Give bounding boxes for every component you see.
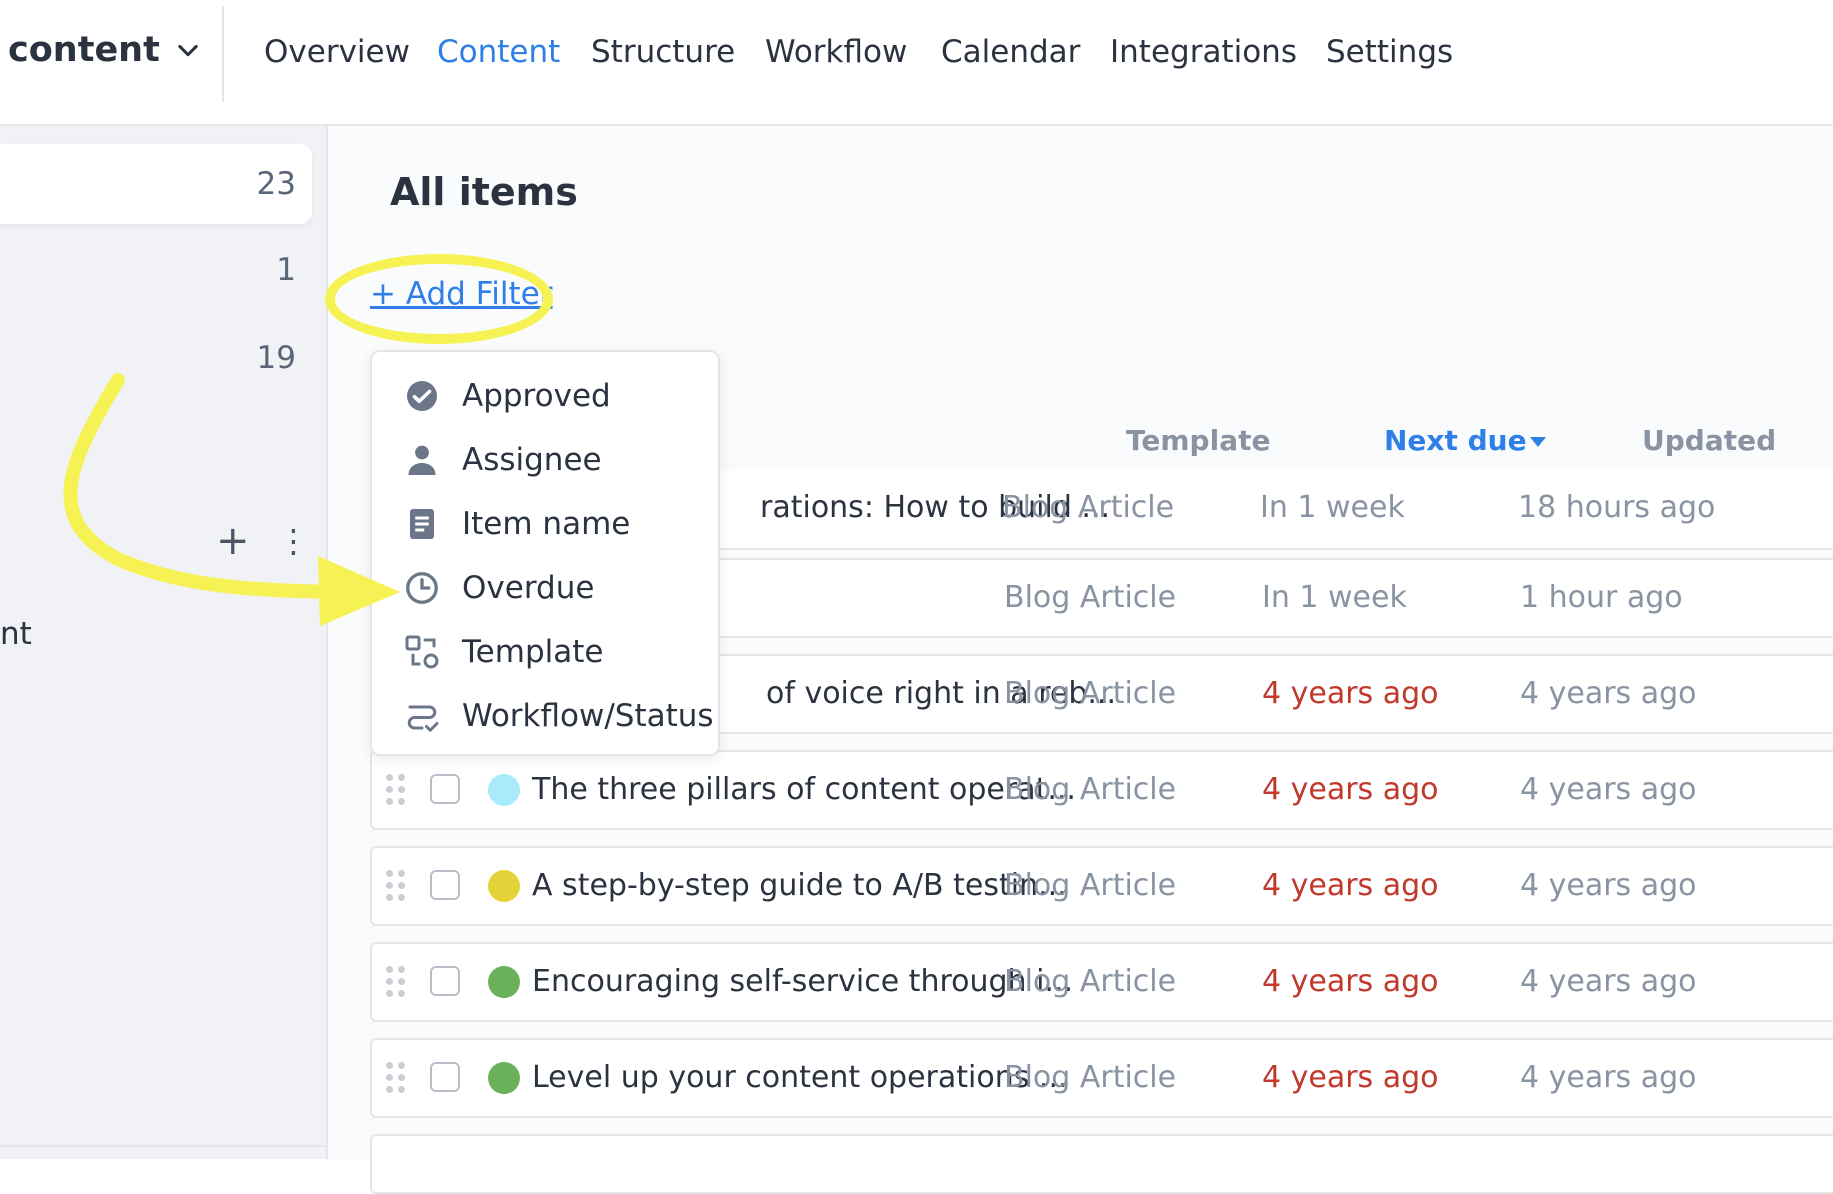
filter-option-label: Approved [462, 378, 611, 414]
item-template: Blog Article [1004, 964, 1177, 999]
item-updated: 4 years ago [1520, 676, 1697, 711]
drag-handle-icon[interactable] [386, 1062, 408, 1096]
item-updated: 4 years ago [1520, 1060, 1697, 1095]
filter-option-template[interactable]: Template [372, 622, 718, 682]
tab-content[interactable]: Content [437, 34, 560, 70]
table-row[interactable] [370, 1134, 1833, 1194]
item-next-due: In 1 week [1260, 490, 1405, 525]
item-template: Blog Article [1004, 1060, 1177, 1095]
status-dot [488, 774, 520, 806]
document-icon [410, 509, 434, 539]
status-dot [488, 966, 520, 998]
top-navigation: content Overview Content Structure Workf… [0, 0, 1833, 126]
item-updated: 4 years ago [1520, 964, 1697, 999]
add-folder-button[interactable]: + [216, 521, 250, 561]
item-next-due: In 1 week [1262, 580, 1407, 615]
tab-workflow[interactable]: Workflow [765, 34, 907, 70]
column-header-updated[interactable]: Updated [1642, 424, 1776, 457]
filter-option-approved[interactable]: Approved [372, 366, 718, 426]
row-checkbox[interactable] [430, 774, 460, 804]
sidebar-item-count: 23 [256, 166, 296, 202]
item-updated: 18 hours ago [1518, 490, 1716, 525]
filter-option-label: Template [462, 634, 604, 670]
tab-settings[interactable]: Settings [1326, 34, 1453, 70]
sidebar-actions: + ⋮ [216, 521, 310, 561]
project-switcher[interactable]: content [8, 30, 202, 70]
column-header-next-due[interactable]: Next due [1384, 424, 1547, 457]
item-template: Blog Article [1004, 868, 1177, 903]
item-template: Blog Article [1002, 490, 1175, 525]
nav-divider [222, 6, 224, 102]
item-next-due: 4 years ago [1262, 772, 1439, 807]
filter-option-label: Item name [462, 506, 631, 542]
sidebar-item[interactable]: 19 [0, 318, 312, 398]
filter-option-label: Workflow/Status [462, 698, 714, 734]
drag-handle-icon[interactable] [386, 774, 408, 808]
item-updated: 4 years ago [1520, 772, 1697, 807]
filter-option-overdue[interactable]: Overdue [372, 558, 718, 618]
project-name: content [8, 30, 160, 70]
item-next-due: 4 years ago [1262, 676, 1439, 711]
item-title[interactable]: A step-by-step guide to A/B testin... [532, 868, 1067, 903]
filter-option-assignee[interactable]: Assignee [372, 430, 718, 490]
add-filter-link[interactable]: + Add Filter [370, 276, 552, 312]
item-template: Blog Article [1004, 676, 1177, 711]
item-template: Blog Article [1004, 772, 1177, 807]
check-circle-icon [407, 381, 437, 411]
table-row[interactable]: Encouraging self-service through i... Bl… [370, 942, 1833, 1022]
item-template: Blog Article [1004, 580, 1177, 615]
item-next-due: 4 years ago [1262, 964, 1439, 999]
drag-handle-icon[interactable] [386, 870, 408, 904]
row-checkbox[interactable] [430, 870, 460, 900]
tab-structure[interactable]: Structure [591, 34, 735, 70]
item-updated: 1 hour ago [1520, 580, 1683, 615]
status-dot [488, 1062, 520, 1094]
person-icon [408, 445, 436, 475]
table-row[interactable]: A step-by-step guide to A/B testin... Bl… [370, 846, 1833, 926]
sidebar-item-label[interactable]: nt [0, 616, 32, 652]
page-title: All items [390, 170, 578, 214]
filter-menu: Approved Assignee Item name Overdue Temp… [370, 350, 720, 756]
item-title[interactable]: Level up your content operations ... [532, 1060, 1068, 1095]
sidebar-item-all[interactable]: 23 [0, 144, 312, 224]
row-checkbox[interactable] [430, 966, 460, 996]
item-title[interactable]: The three pillars of content operat... [532, 772, 1076, 807]
workflow-icon [407, 705, 439, 732]
sidebar-item[interactable]: 1 [0, 230, 312, 310]
status-dot [488, 870, 520, 902]
filter-option-workflow-status[interactable]: Workflow/Status [372, 686, 718, 746]
table-row[interactable]: The three pillars of content operat... B… [370, 750, 1833, 830]
table-row[interactable]: Level up your content operations ... Blo… [370, 1038, 1833, 1118]
drag-handle-icon[interactable] [386, 966, 408, 1000]
sort-descending-icon [1529, 437, 1546, 447]
sidebar: 23 1 19 + ⋮ nt [0, 126, 328, 1159]
column-header-label: Next due [1384, 424, 1527, 457]
tab-integrations[interactable]: Integrations [1110, 34, 1297, 70]
sidebar-item-count: 1 [276, 252, 296, 288]
item-updated: 4 years ago [1520, 868, 1697, 903]
more-options-icon[interactable]: ⋮ [278, 525, 310, 557]
clock-icon [406, 572, 438, 604]
item-next-due: 4 years ago [1262, 1060, 1439, 1095]
row-checkbox[interactable] [430, 1062, 460, 1092]
item-next-due: 4 years ago [1262, 868, 1439, 903]
template-icon [405, 635, 439, 669]
filter-option-label: Overdue [462, 570, 595, 606]
tab-calendar[interactable]: Calendar [941, 34, 1080, 70]
sidebar-divider [0, 1145, 326, 1147]
filter-option-item-name[interactable]: Item name [372, 494, 718, 554]
tab-overview[interactable]: Overview [264, 34, 410, 70]
item-title[interactable]: Encouraging self-service through i... [532, 964, 1073, 999]
column-header-template[interactable]: Template [1126, 424, 1270, 457]
chevron-down-icon [178, 44, 198, 57]
sidebar-item-count: 19 [256, 340, 296, 376]
filter-option-label: Assignee [462, 442, 602, 478]
